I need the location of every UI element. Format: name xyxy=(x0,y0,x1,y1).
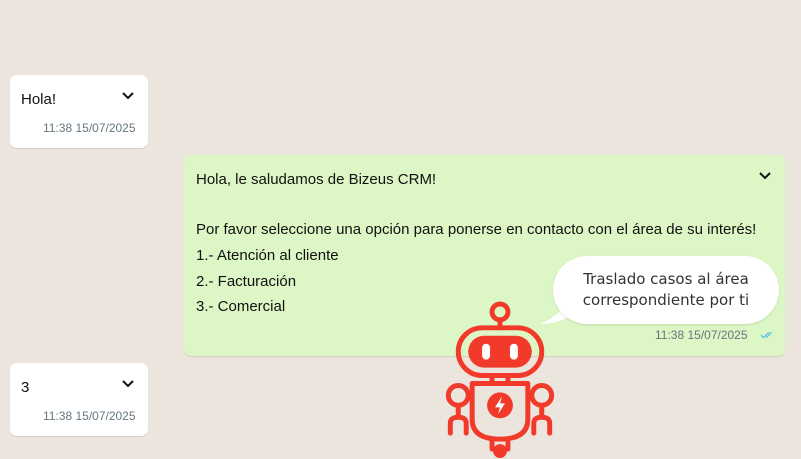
speech-bubble: Traslado casos al área correspondiente p… xyxy=(553,256,779,324)
speech-line-1: Traslado casos al área xyxy=(583,270,749,288)
message-text: 3 xyxy=(21,379,30,396)
robot-mascot-icon xyxy=(445,301,555,459)
message-option-3: 3.- Comercial xyxy=(196,298,286,315)
incoming-message[interactable]: 3 11:38 15/07/2025 xyxy=(10,363,148,436)
message-timestamp: 11:38 15/07/2025 xyxy=(43,409,136,423)
incoming-message[interactable]: Hola! 11:38 15/07/2025 xyxy=(10,75,148,148)
message-line-prompt: Por favor seleccione una opción para pon… xyxy=(196,221,757,238)
message-timestamp: 11:38 15/07/2025 xyxy=(43,121,136,135)
chevron-down-icon[interactable] xyxy=(121,91,135,101)
double-check-icon xyxy=(760,331,772,339)
message-timestamp: 11:38 15/07/2025 xyxy=(655,328,748,342)
message-option-2: 2.- Facturación xyxy=(196,273,297,290)
message-line-greeting: Hola, le saludamos de Bizeus CRM! xyxy=(196,171,437,188)
chevron-down-icon[interactable] xyxy=(121,379,135,389)
message-text: Hola! xyxy=(21,91,57,108)
speech-line-2: correspondiente por ti xyxy=(582,291,750,309)
message-option-1: 1.- Atención al cliente xyxy=(196,247,339,264)
chevron-down-icon[interactable] xyxy=(758,171,772,181)
